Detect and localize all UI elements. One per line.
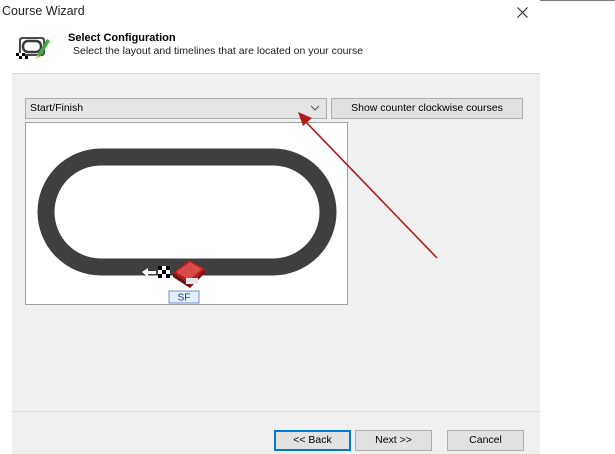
- timeline-label[interactable]: SF: [168, 290, 200, 304]
- checkered-flag-icon: [158, 266, 170, 278]
- layout-select[interactable]: Start/Finish: [25, 98, 327, 119]
- footer-divider: [12, 411, 540, 412]
- header-subtitle: Select the layout and timelines that are…: [73, 45, 364, 57]
- layout-select-value: Start/Finish: [30, 102, 84, 114]
- close-button[interactable]: [504, 1, 540, 23]
- oval-track: [37, 148, 337, 276]
- chevron-down-icon: [310, 105, 320, 111]
- course-wizard-window: Course Wizard Select Configuration Selec…: [0, 0, 540, 454]
- wizard-body: Start/Finish Show counter clockwise cour…: [12, 73, 540, 454]
- course-track-diagram: SF: [37, 148, 337, 304]
- course-wizard-icon: [16, 37, 50, 59]
- header-title: Select Configuration: [68, 32, 176, 44]
- back-button[interactable]: << Back: [274, 430, 351, 451]
- cancel-button[interactable]: Cancel: [447, 430, 524, 451]
- course-preview: SF: [25, 122, 348, 305]
- close-icon: [516, 6, 528, 18]
- wizard-header: Select Configuration Select the layout a…: [0, 23, 540, 73]
- next-button[interactable]: Next >>: [355, 430, 432, 451]
- title-bar: Course Wizard: [0, 1, 540, 23]
- timeline-label-text: SF: [178, 293, 191, 304]
- window-title: Course Wizard: [2, 4, 85, 18]
- show-ccw-courses-button[interactable]: Show counter clockwise courses: [331, 98, 523, 119]
